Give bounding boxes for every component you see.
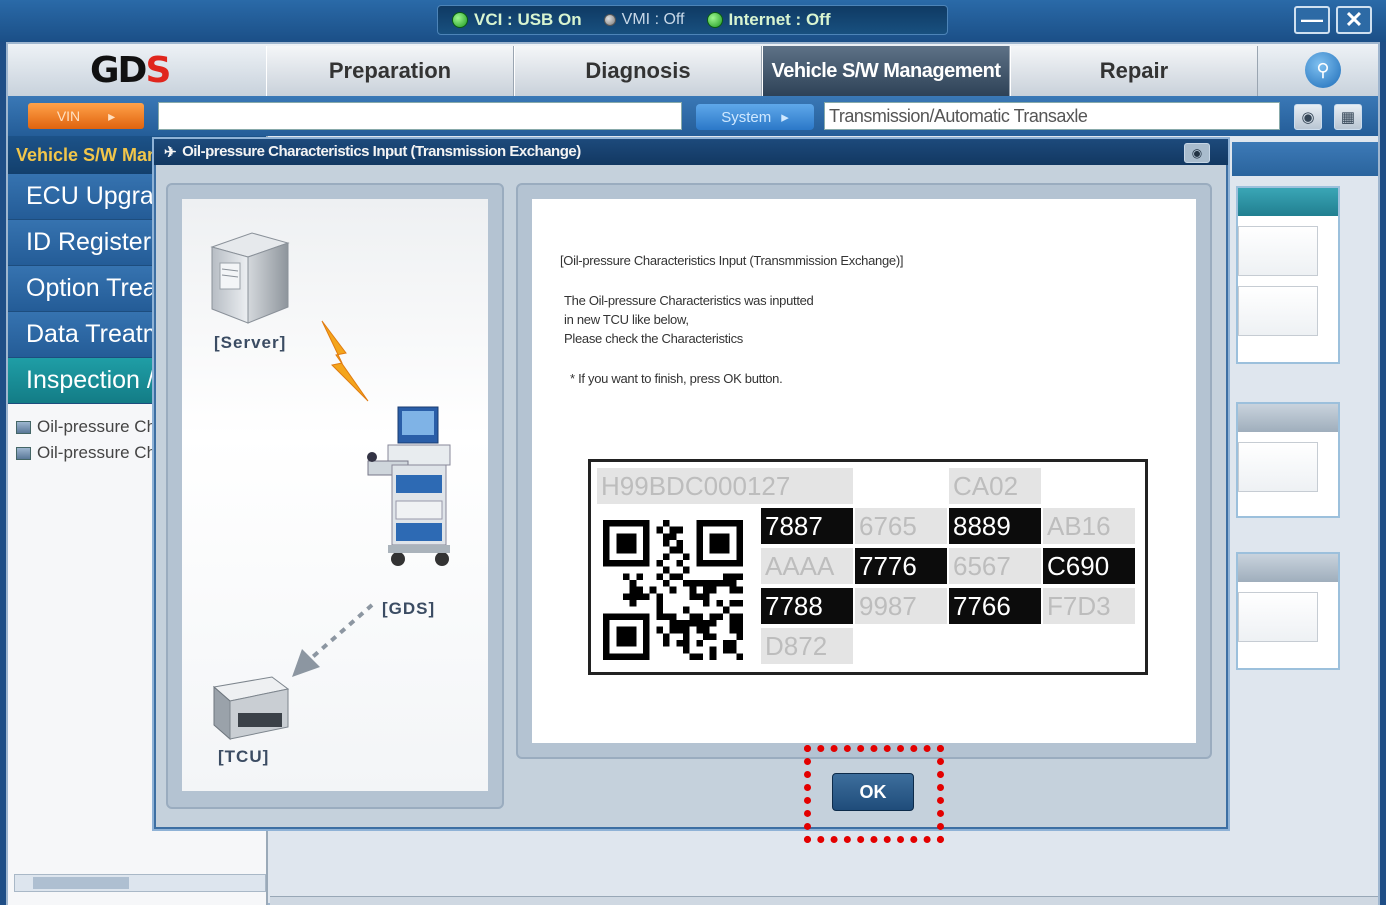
lightning-icon [321,320,369,402]
title-bar: VCI : USB On VMI : Off Internet : Off — … [0,0,1386,42]
gds-device-icon [367,406,451,566]
system-field[interactable]: Transmission/Automatic Transaxle [824,102,1280,130]
code-cell: 7776 [855,548,947,584]
ok-button[interactable]: OK [832,773,914,811]
tab-vehicle-sw-management[interactable]: Vehicle S/W Management [762,46,1010,96]
panel-field [1238,226,1318,276]
vmi-status-label: VMI : Off [621,11,685,28]
status-footer [270,896,1378,905]
panel-bar [1238,554,1338,582]
tab-repair[interactable]: Repair [1010,46,1258,96]
content-panel [1236,552,1340,670]
vin-button-label: VIN [56,108,81,124]
tcu-module-icon [212,676,290,741]
workflow-illustration: [Server] [GDS] [TCU] [182,199,488,791]
code-cell: 6567 [949,548,1041,584]
code-cell: 7766 [949,588,1041,624]
code-cell: 6765 [855,508,947,544]
code-cell: C690 [1043,548,1135,584]
dialog-title-bar: ✈ Oil-pressure Characteristics Input (Tr… [154,139,1228,165]
server-label: [Server] [214,333,287,352]
qr-code-icon [603,520,743,660]
vmi-status: VMI : Off [603,11,685,29]
connection-status-strip: VCI : USB On VMI : Off Internet : Off [437,5,948,35]
layout-icon[interactable]: ▦ [1334,104,1362,130]
message-panel: [Oil-pressure Characteristics Input (Tra… [516,183,1212,759]
internet-status-icon [706,12,723,28]
dialog-body: [Server] [GDS] [TCU] [Oil-pressure Chara… [156,165,1226,843]
tcu-label: [TCU] [218,747,270,766]
panel-field [1238,442,1318,492]
part-number-cell: H99BDC000127 [597,468,853,504]
system-button[interactable]: System ▸ [696,104,814,130]
code-cell: AAAA [761,548,853,584]
scrollbar-thumb[interactable] [33,877,129,889]
vci-status-icon [452,12,468,28]
gds-label: [GDS] [382,599,436,618]
oil-pressure-dialog: ✈ Oil-pressure Characteristics Input (Tr… [152,137,1230,843]
tab-preparation[interactable]: Preparation [266,46,514,96]
vmi-status-icon [603,14,616,26]
vehicle-toolbar: VIN ▸ System ▸ Transmission/Automatic Tr… [8,96,1378,136]
panel-field [1238,286,1318,336]
vin-button[interactable]: VIN ▸ [28,103,144,129]
vci-status-label: VCI : USB On [474,10,582,29]
code-cell: 9987 [855,588,947,624]
code-cell: D872 [761,628,853,664]
workflow-illustration-panel: [Server] [GDS] [TCU] [166,183,504,809]
minimize-button[interactable]: — [1294,6,1330,34]
characteristics-code-grid: H99BDC000127 CA02 7887 6765 8889 AB16 AAAA 77… [588,459,1148,675]
panel-bar [1238,188,1338,216]
arrow-down-left-icon [292,603,374,677]
chevron-right-icon: ▸ [781,109,789,126]
message-note: * If you want to finish, press OK button… [570,371,783,386]
message-line-1: The Oil-pressure Characteristics was inp… [564,293,814,308]
content-panel [1236,186,1340,364]
dialog-close-icon[interactable]: ◉ [1184,143,1210,163]
search-icon[interactable]: ⚲ [1305,52,1341,88]
message-area: [Oil-pressure Characteristics Input (Tra… [532,199,1196,743]
internet-status-label: Internet : Off [728,10,831,29]
system-button-label: System [721,108,772,126]
panel-field [1238,592,1318,642]
message-line-2: in new TCU like below, [564,312,689,327]
tab-diagnosis[interactable]: Diagnosis [514,46,762,96]
content-panel [1236,402,1340,518]
close-button[interactable]: ✕ [1336,6,1372,34]
code-cell: AB16 [1043,508,1135,544]
gds-logo: GDS [90,50,171,91]
content-panel-header [1232,142,1378,176]
dialog-title: Oil-pressure Characteristics Input (Tran… [182,143,581,160]
panel-bar [1238,404,1338,432]
server-icon [210,232,290,324]
chevron-right-icon: ▸ [108,107,116,124]
code-cell: 7788 [761,588,853,624]
code-cell: 7887 [761,508,853,544]
suffix-code-cell: CA02 [949,468,1041,504]
vin-input[interactable] [158,102,682,130]
document-icon [16,446,31,460]
main-menu-bar: GDS Preparation Diagnosis Vehicle S/W Ma… [8,44,1378,96]
message-heading: [Oil-pressure Characteristics Input (Tra… [560,253,904,268]
dialog-title-icon: ✈ [164,144,177,161]
internet-status: Internet : Off [706,10,831,30]
message-line-3: Please check the Characteristics [564,331,743,346]
camera-icon[interactable]: ◉ [1294,104,1322,130]
code-cell: 8889 [949,508,1041,544]
sidebar-scrollbar[interactable] [14,874,266,892]
document-icon [16,420,31,434]
code-cell: F7D3 [1043,588,1135,624]
vci-status: VCI : USB On [452,10,582,30]
